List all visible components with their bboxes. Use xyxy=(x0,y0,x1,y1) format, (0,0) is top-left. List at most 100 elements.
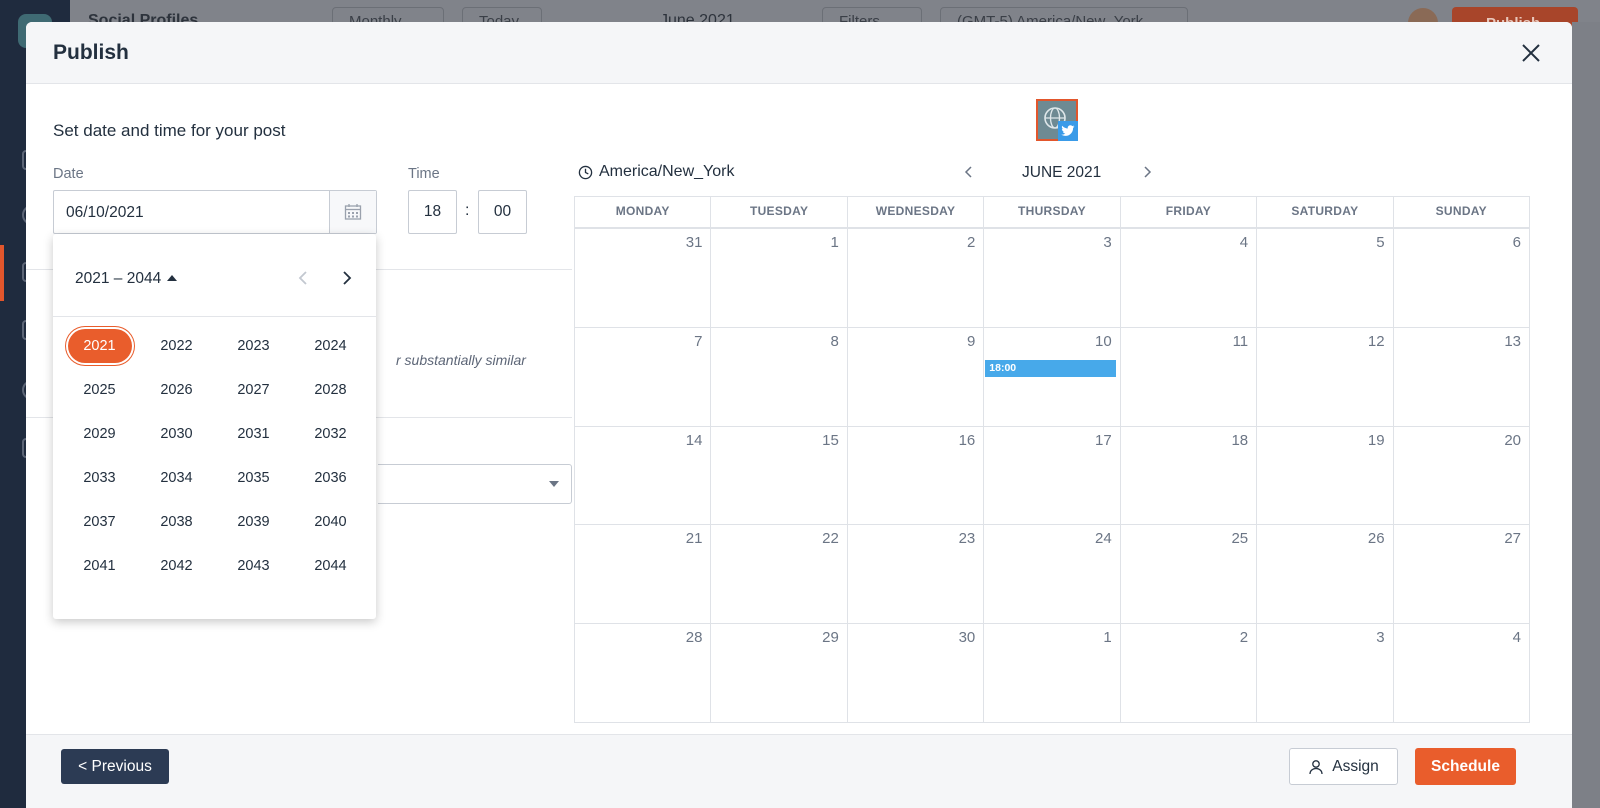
year-option-label: 2030 xyxy=(160,426,193,442)
year-option[interactable]: 2033 xyxy=(61,456,138,500)
calendar-day-cell[interactable]: 6 xyxy=(1393,229,1530,328)
calendar-day-cell[interactable]: 2 xyxy=(1120,624,1258,723)
calendar-day-cell[interactable]: 7 xyxy=(575,327,712,427)
day-number: 25 xyxy=(1231,530,1249,548)
calendar-day-cell[interactable]: 10 18:00 xyxy=(984,327,1121,427)
year-option[interactable]: 2036 xyxy=(292,456,369,500)
calendar-day-cell[interactable]: 5 xyxy=(1257,229,1394,328)
year-option[interactable]: 2034 xyxy=(138,456,215,500)
year-option[interactable]: 2032 xyxy=(292,412,369,456)
day-number: 10 xyxy=(1095,332,1112,350)
year-range-label: 2021 – 2044 xyxy=(75,270,162,287)
calendar-day-cell[interactable]: 13 xyxy=(1393,327,1530,427)
calendar-day-cell[interactable]: 4 xyxy=(1120,229,1258,328)
year-option[interactable]: 2024 xyxy=(292,324,369,368)
hour-input[interactable]: 18 xyxy=(408,190,457,234)
year-prev-button[interactable] xyxy=(291,266,315,290)
close-icon xyxy=(1522,44,1540,62)
day-number: 3 xyxy=(1103,234,1112,251)
year-option[interactable]: 2031 xyxy=(215,412,292,456)
year-option[interactable]: 2026 xyxy=(138,368,215,412)
calendar-day-cell[interactable]: 3 xyxy=(984,229,1121,328)
year-option-label: 2028 xyxy=(314,382,347,398)
assign-button[interactable]: Assign xyxy=(1289,748,1398,785)
calendar-day-cell[interactable]: 19 xyxy=(1257,426,1394,526)
year-option[interactable]: 2043 xyxy=(215,544,292,588)
calendar-day-cell[interactable]: 15 xyxy=(711,426,848,526)
year-option[interactable]: 2028 xyxy=(292,368,369,412)
year-option[interactable]: 2035 xyxy=(215,456,292,500)
calendar-day-cell[interactable]: 16 xyxy=(847,426,985,526)
year-option[interactable]: 2021 xyxy=(61,324,138,368)
close-button[interactable] xyxy=(1518,40,1544,66)
year-option[interactable]: 2022 xyxy=(138,324,215,368)
previous-button[interactable]: < Previous xyxy=(61,749,169,784)
year-next-button[interactable] xyxy=(335,266,359,290)
day-number: 18 xyxy=(1231,431,1249,449)
year-option-label: 2021 xyxy=(67,329,132,363)
user-icon xyxy=(1309,759,1323,774)
chevron-right-icon xyxy=(1144,166,1152,178)
day-number: 8 xyxy=(830,332,839,350)
calendar-prev-month-button[interactable] xyxy=(961,164,977,180)
calendar-next-month-button[interactable] xyxy=(1139,164,1155,180)
day-number: 12 xyxy=(1367,332,1385,350)
calendar-day-cell[interactable]: 2 xyxy=(847,229,985,328)
year-option[interactable]: 2040 xyxy=(292,500,369,544)
minute-input[interactable]: 00 xyxy=(478,190,527,234)
calendar-day-cell[interactable]: 4 xyxy=(1393,624,1530,723)
calendar-day-cell[interactable]: 23 xyxy=(847,525,985,625)
calendar-day-cell[interactable]: 9 xyxy=(847,327,985,427)
calendar-day-cell[interactable]: 22 xyxy=(711,525,848,625)
year-option-label: 2025 xyxy=(83,382,116,398)
day-number: 13 xyxy=(1504,332,1521,350)
social-profile-avatar[interactable] xyxy=(1036,99,1078,141)
weekday-label: WEDNESDAY xyxy=(847,197,985,229)
year-option-label: 2035 xyxy=(237,470,270,486)
calendar-icon xyxy=(344,204,362,220)
scheduled-post-event[interactable]: 18:00 xyxy=(985,359,1116,377)
year-option[interactable]: 2030 xyxy=(138,412,215,456)
calendar-day-cell[interactable]: 1 xyxy=(984,624,1121,723)
calendar-day-cell[interactable]: 14 xyxy=(575,426,712,526)
year-option[interactable]: 2039 xyxy=(215,500,292,544)
year-option[interactable]: 2041 xyxy=(61,544,138,588)
calendar-day-cell[interactable]: 28 xyxy=(575,624,712,723)
calendar-day-cell[interactable]: 29 xyxy=(711,624,848,723)
calendar-day-cell[interactable]: 30 xyxy=(847,624,985,723)
calendar-day-cell[interactable]: 12 xyxy=(1257,327,1394,427)
year-range-toggle[interactable]: 2021 – 2044 xyxy=(75,270,178,288)
calendar-day-cell[interactable]: 3 xyxy=(1257,624,1394,723)
day-number: 9 xyxy=(966,332,976,350)
year-option-label: 2042 xyxy=(160,558,193,574)
date-field[interactable]: 06/10/2021 xyxy=(53,190,377,234)
calendar-day-cell[interactable]: 25 xyxy=(1120,525,1258,625)
calendar-day-cell[interactable]: 24 xyxy=(984,525,1121,625)
year-option[interactable]: 2023 xyxy=(215,324,292,368)
calendar-day-cell[interactable]: 26 xyxy=(1257,525,1394,625)
calendar-day-cell[interactable]: 8 xyxy=(711,327,848,427)
schedule-button[interactable]: Schedule xyxy=(1415,748,1516,785)
calendar-day-cell[interactable]: 18 xyxy=(1120,426,1258,526)
calendar-day-cell[interactable]: 20 xyxy=(1393,426,1530,526)
year-option[interactable]: 2025 xyxy=(61,368,138,412)
year-option[interactable]: 2027 xyxy=(215,368,292,412)
calendar-day-cell[interactable]: 21 xyxy=(575,525,712,625)
year-option-label: 2036 xyxy=(314,470,347,486)
calendar-day-cell[interactable]: 27 xyxy=(1393,525,1530,625)
year-option-label: 2038 xyxy=(160,514,193,530)
calendar-day-cell[interactable]: 31 xyxy=(575,229,712,328)
year-option[interactable]: 2037 xyxy=(61,500,138,544)
year-option[interactable]: 2038 xyxy=(138,500,215,544)
year-option[interactable]: 2042 xyxy=(138,544,215,588)
date-picker-button[interactable] xyxy=(329,191,376,233)
calendar-day-cell[interactable]: 11 xyxy=(1120,327,1258,427)
weekday-header: MONDAY TUESDAY WEDNESDAY THURSDAY FRIDAY SATU… xyxy=(575,197,1530,229)
calendar-day-cell[interactable]: 1 xyxy=(711,229,848,328)
year-option[interactable]: 2029 xyxy=(61,412,138,456)
dropdown-select[interactable] xyxy=(378,464,572,504)
day-number: 31 xyxy=(685,234,703,251)
chevron-right-icon xyxy=(343,271,352,285)
calendar-day-cell[interactable]: 17 xyxy=(984,426,1121,526)
year-option[interactable]: 2044 xyxy=(292,544,369,588)
